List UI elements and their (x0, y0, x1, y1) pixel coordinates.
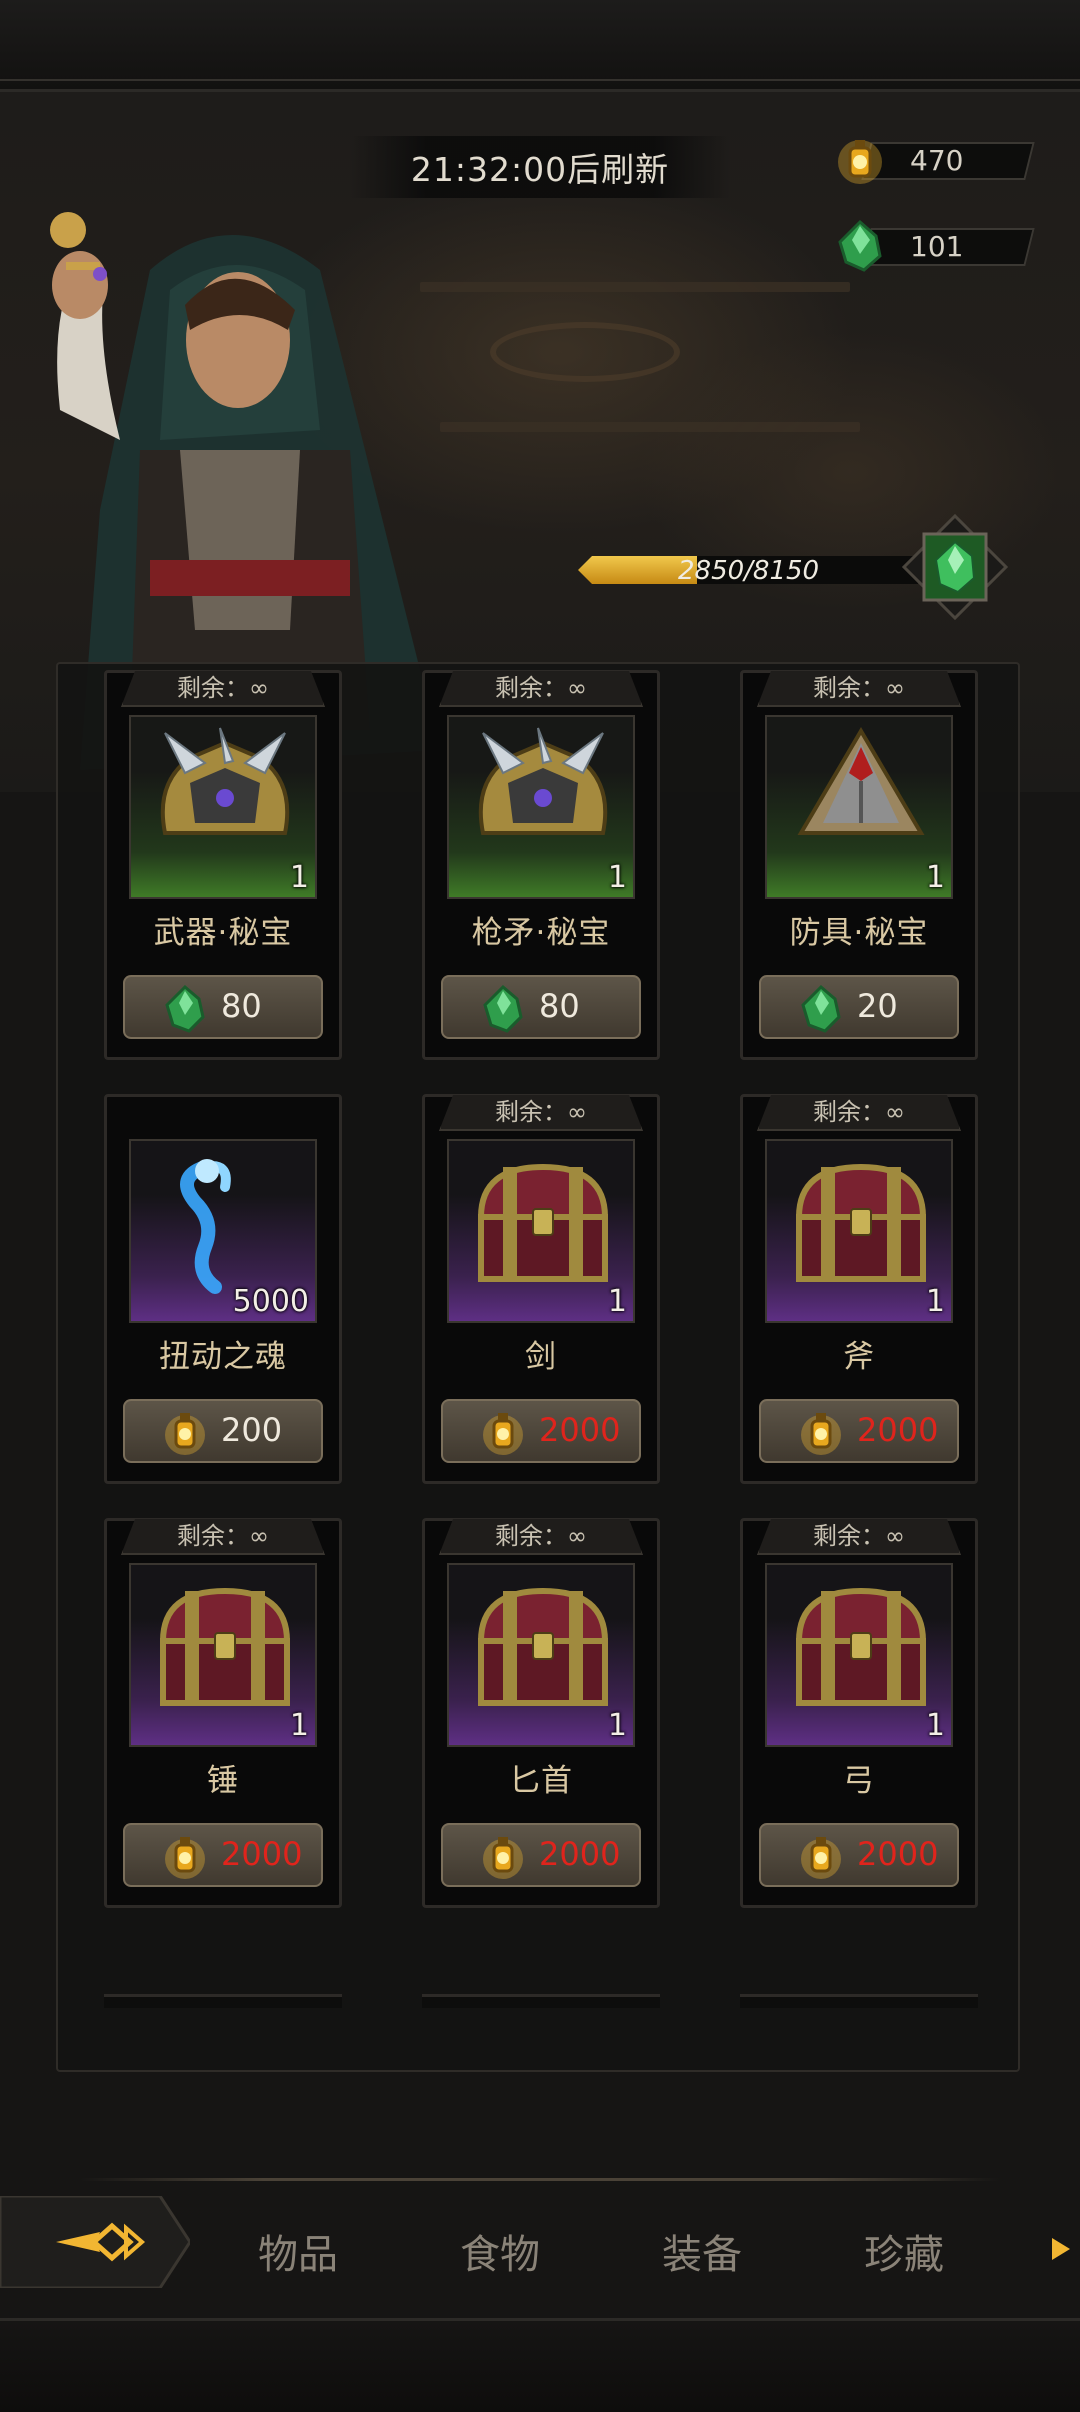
item-quantity: 5000 (232, 1284, 309, 1319)
shop-item-card[interactable]: 剩余：∞ 1 斧 2000 (740, 1094, 978, 1484)
item-icon-frame[interactable]: 1 (129, 1563, 317, 1747)
price-amount: 2000 (857, 1411, 939, 1449)
gold-lantern-icon (483, 1413, 523, 1455)
item-name: 武器·秘宝 (153, 915, 293, 951)
gold-currency-display: 470 (830, 136, 1035, 184)
buy-button[interactable]: 2000 (441, 1823, 641, 1887)
item-quantity: 1 (607, 860, 627, 895)
crystal-amount: 101 (910, 230, 964, 263)
progress-text: 2850/8150 (678, 556, 820, 586)
price-amount: 80 (539, 987, 580, 1025)
bottom-divider (80, 2178, 1000, 2181)
shop-item-card[interactable]: 剩余：∞ 1 武器·秘宝 80 (104, 670, 342, 1060)
shop-item-card[interactable]: 剩余：∞ 1 锤 2000 (104, 1518, 342, 1908)
gold-amount: 470 (910, 144, 964, 177)
wheel-decoration (490, 322, 680, 382)
level-reward-crystal-icon[interactable] (900, 512, 1010, 622)
shop-item-card[interactable]: 5000 扭动之魂 200 (104, 1094, 342, 1484)
buy-button[interactable]: 80 (123, 975, 323, 1039)
item-icon-frame[interactable]: 1 (765, 1563, 953, 1747)
shelf (440, 422, 860, 432)
item-icon-frame[interactable]: 1 (447, 715, 635, 899)
item-name: 扭动之魂 (159, 1339, 287, 1375)
item-name: 锤 (207, 1763, 239, 1799)
gold-lantern-icon (838, 140, 882, 184)
item-icon-frame[interactable]: 1 (765, 1139, 953, 1323)
price-amount: 80 (221, 987, 262, 1025)
item-icon-frame[interactable]: 5000 (129, 1139, 317, 1323)
price-amount: 200 (221, 1411, 283, 1449)
remaining-stock-label: 剩余：∞ (439, 1095, 643, 1131)
item-quantity: 1 (925, 1708, 945, 1743)
buy-button[interactable]: 2000 (759, 1823, 959, 1887)
bottom-frame (0, 2318, 1080, 2412)
next-row-card (422, 1994, 660, 2008)
item-icon-frame[interactable]: 1 (447, 1563, 635, 1747)
shop-item-card[interactable]: 剩余：∞ 1 枪矛·秘宝 80 (422, 670, 660, 1060)
buy-button[interactable]: 2000 (441, 1399, 641, 1463)
gold-lantern-icon (801, 1837, 841, 1879)
price-amount: 20 (857, 987, 898, 1025)
buy-button[interactable]: 2000 (123, 1823, 323, 1887)
green-crystal-icon (483, 984, 523, 1033)
remaining-stock-label: 剩余：∞ (121, 1519, 325, 1555)
gold-lantern-icon (483, 1837, 523, 1879)
green-crystal-icon (838, 219, 882, 272)
shop-item-card[interactable]: 剩余：∞ 1 防具·秘宝 20 (740, 670, 978, 1060)
shelf (420, 282, 850, 292)
green-crystal-icon (801, 984, 841, 1033)
buy-button[interactable]: 80 (441, 975, 641, 1039)
item-icon-frame[interactable]: 1 (129, 715, 317, 899)
item-icon-frame[interactable]: 1 (765, 715, 953, 899)
item-quantity: 1 (607, 1708, 627, 1743)
shop-item-card[interactable]: 剩余：∞ 1 匕首 2000 (422, 1518, 660, 1908)
shop-item-card[interactable]: 剩余：∞ 1 弓 2000 (740, 1518, 978, 1908)
tab-collection[interactable]: 珍藏 (834, 2222, 974, 2280)
price-amount: 2000 (857, 1835, 939, 1873)
gold-lantern-icon (165, 1837, 205, 1879)
item-name: 剑 (525, 1339, 557, 1375)
item-icon-frame[interactable]: 1 (447, 1139, 635, 1323)
item-name: 弓 (843, 1763, 875, 1799)
buy-button[interactable]: 200 (123, 1399, 323, 1463)
buy-button[interactable]: 2000 (759, 1399, 959, 1463)
tab-food[interactable]: 食物 (430, 2222, 570, 2280)
remaining-stock-label: 剩余：∞ (439, 671, 643, 707)
item-name: 斧 (843, 1339, 875, 1375)
item-quantity: 1 (289, 860, 309, 895)
tab-equipment[interactable]: 装备 (632, 2222, 772, 2280)
item-quantity: 1 (925, 860, 945, 895)
item-quantity: 1 (289, 1708, 309, 1743)
item-quantity: 1 (925, 1284, 945, 1319)
remaining-stock-label: 剩余：∞ (121, 671, 325, 707)
gold-lantern-icon (165, 1413, 205, 1455)
remaining-stock-label: 剩余：∞ (757, 1095, 961, 1131)
buy-button[interactable]: 20 (759, 975, 959, 1039)
chevron-right-icon[interactable] (1046, 2234, 1076, 2264)
shop-panel: 剩余：∞ 1 武器·秘宝 80 剩余：∞ 1 枪矛·秘宝 80 剩余：∞ 1 防具·秘宝 20 5000… (56, 662, 1020, 2072)
item-quantity: 1 (607, 1284, 627, 1319)
shop-item-card[interactable]: 剩余：∞ 1 剑 2000 (422, 1094, 660, 1484)
item-name: 枪矛·秘宝 (471, 915, 611, 951)
price-amount: 2000 (221, 1835, 303, 1873)
price-amount: 2000 (539, 1835, 621, 1873)
item-name: 防具·秘宝 (789, 915, 929, 951)
green-crystal-icon (165, 984, 205, 1033)
next-row-card (740, 1994, 978, 2008)
back-button[interactable] (0, 2196, 190, 2288)
top-frame (0, 0, 1080, 92)
next-row-card (104, 1994, 342, 2008)
tab-items[interactable]: 物品 (228, 2222, 368, 2280)
refresh-timer-bar: 21:32:00后刷新 (350, 136, 730, 198)
item-name: 匕首 (509, 1763, 573, 1799)
remaining-stock-label: 剩余：∞ (757, 1519, 961, 1555)
refresh-timer-text: 21:32:00后刷新 (410, 150, 670, 189)
remaining-stock-label: 剩余：∞ (439, 1519, 643, 1555)
merchant-level-progress: 2850/8150 (578, 552, 918, 588)
remaining-stock-label: 剩余：∞ (757, 671, 961, 707)
crystal-currency-display: 101 (830, 219, 1035, 272)
price-amount: 2000 (539, 1411, 621, 1449)
gold-lantern-icon (801, 1413, 841, 1455)
